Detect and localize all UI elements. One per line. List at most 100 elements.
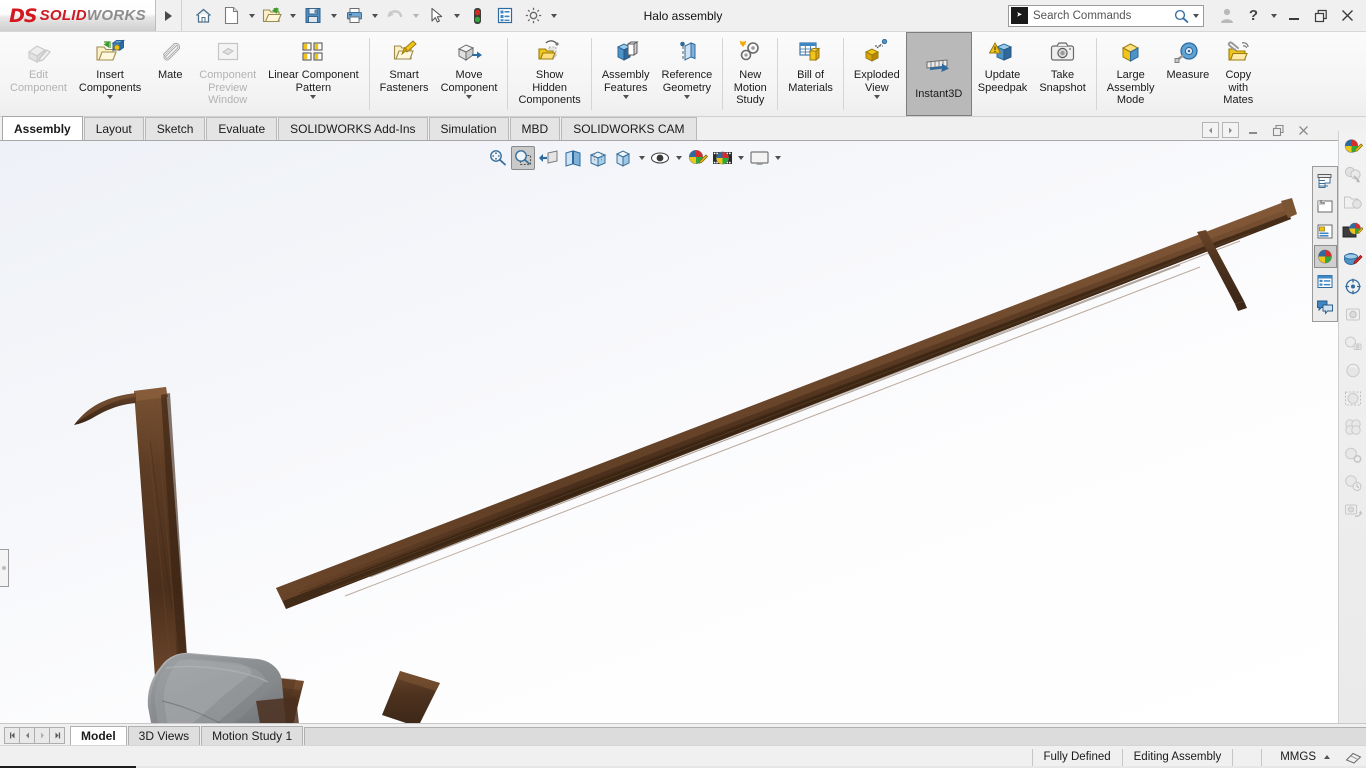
assembly-features-dropdown[interactable] [622, 95, 629, 99]
ribbon-button-smart-fasteners[interactable]: Smart Fasteners [374, 32, 435, 116]
file-properties-icon[interactable] [492, 3, 518, 29]
ribbon-button-update-speedpak[interactable]: Update Speedpak [972, 32, 1034, 116]
solidworks-forum-icon[interactable] [1341, 303, 1365, 326]
search-dropdown[interactable] [1190, 3, 1201, 29]
exploded-view-dropdown[interactable] [873, 95, 880, 99]
minimize-button[interactable] [1281, 3, 1306, 29]
sketch-overlay-icon[interactable] [1340, 750, 1366, 765]
insert-components-dropdown[interactable] [107, 95, 114, 99]
solidworks-logo[interactable]: DS SOLIDWORKS [0, 0, 156, 31]
featuremanager-design-tree-tab[interactable] [1314, 170, 1337, 193]
user-account-icon[interactable] [1214, 3, 1239, 29]
appearances-scenes-decals-icon[interactable] [1341, 135, 1365, 158]
tab-sketch[interactable]: Sketch [144, 117, 206, 140]
custom-properties-icon[interactable] [1341, 275, 1365, 298]
last-sheet-button[interactable] [49, 727, 65, 744]
appearances-edit-icon[interactable] [1341, 247, 1365, 270]
final-render-icon[interactable] [1341, 499, 1365, 522]
close-button[interactable] [1335, 3, 1360, 29]
undo-dropdown[interactable] [410, 3, 421, 29]
linear-component-pattern-dropdown[interactable] [310, 95, 317, 99]
save-icon[interactable] [300, 3, 326, 29]
ribbon-button-reference-geometry[interactable]: Reference Geometry [656, 32, 719, 116]
search-commands-box[interactable]: ➤ Search Commands [1008, 3, 1204, 29]
menu-expand-button[interactable] [156, 0, 182, 31]
save-dropdown[interactable] [328, 3, 339, 29]
ribbon-button-new-motion-study[interactable]: New Motion Study [727, 32, 773, 116]
new-document-icon[interactable] [218, 3, 244, 29]
model-viewport[interactable]: Y x [0, 141, 1338, 723]
tab-mbd[interactable]: MBD [509, 117, 561, 140]
new-document-dropdown[interactable] [246, 3, 257, 29]
select-cursor-icon[interactable] [423, 3, 449, 29]
file-explorer-icon[interactable] [1341, 191, 1365, 214]
view-palette-icon[interactable] [1341, 219, 1365, 242]
render-tools-icon[interactable] [1341, 331, 1365, 354]
open-document-dropdown[interactable] [287, 3, 298, 29]
ribbon-button-instant3d[interactable]: Instant3D [905, 32, 972, 116]
render-history-icon[interactable] [1341, 471, 1365, 494]
pane-prev-button[interactable] [1202, 122, 1219, 138]
cam-feature-tree-tab[interactable] [1314, 270, 1337, 293]
next-sheet-button[interactable] [34, 727, 50, 744]
ribbon-button-large-assembly-mode[interactable]: Large Assembly Mode [1101, 32, 1161, 116]
select-dropdown[interactable] [451, 3, 462, 29]
design-library-icon[interactable] [1341, 163, 1365, 186]
tab-motion-study-1[interactable]: Motion Study 1 [201, 726, 304, 745]
tab-assembly[interactable]: Assembly [2, 116, 83, 140]
help-dropdown[interactable] [1268, 3, 1279, 29]
configuration-manager-tab[interactable] [1314, 220, 1337, 243]
doc-close-button[interactable] [1292, 121, 1314, 139]
tab-3d-views[interactable]: 3D Views [127, 726, 201, 745]
tab-layout[interactable]: Layout [83, 117, 144, 140]
help-button[interactable]: ? [1241, 3, 1266, 29]
ribbon-button-show-hidden-components[interactable]: Show Hidden Components [512, 32, 586, 116]
graphics-area[interactable]: Y x [0, 141, 1338, 723]
open-document-icon[interactable] [259, 3, 285, 29]
tab-evaluate[interactable]: Evaluate [206, 117, 278, 140]
reference-geometry-dropdown[interactable] [683, 95, 690, 99]
tab-solidworks-add-ins[interactable]: SOLIDWORKS Add-Ins [278, 117, 428, 140]
print-icon[interactable] [341, 3, 367, 29]
ribbon-button-linear-component-pattern[interactable]: Linear Component Pattern [262, 32, 365, 116]
tab-model[interactable]: Model [70, 726, 127, 745]
doc-restore-button[interactable] [1267, 121, 1289, 139]
rebuild-icon[interactable] [464, 3, 490, 29]
render-options-icon[interactable] [1341, 443, 1365, 466]
undo-icon[interactable] [382, 3, 408, 29]
pane-next-button[interactable] [1222, 122, 1239, 138]
ribbon-button-take-snapshot[interactable]: Take Snapshot [1033, 32, 1091, 116]
ribbon-button-edit-component[interactable]: Edit Component [4, 32, 73, 116]
ribbon-button-copy-with-mates[interactable]: Copy with Mates [1215, 32, 1261, 116]
ribbon-button-bill-of-materials[interactable]: Bill of Materials [782, 32, 839, 116]
ribbon-button-assembly-features[interactable]: Assembly Features [596, 32, 656, 116]
scheduled-renders-icon[interactable] [1341, 415, 1365, 438]
tab-label: Layout [95, 122, 132, 136]
render-region-icon[interactable] [1341, 387, 1365, 410]
search-input[interactable]: Search Commands [1033, 10, 1173, 22]
tab-simulation[interactable]: Simulation [428, 117, 509, 140]
ribbon-button-exploded-view[interactable]: Exploded View [848, 32, 906, 116]
preview-render-icon[interactable] [1341, 359, 1365, 382]
display-manager-tab[interactable] [1313, 245, 1337, 268]
chevron-right-icon [165, 10, 172, 21]
ribbon-button-move-component[interactable]: Move Component [435, 32, 504, 116]
property-manager-tab[interactable] [1314, 195, 1337, 218]
doc-minimize-button[interactable] [1242, 121, 1264, 139]
options-dropdown[interactable] [548, 3, 559, 29]
first-sheet-button[interactable] [4, 727, 20, 744]
ribbon-button-measure[interactable]: Measure [1160, 32, 1215, 116]
options-gear-icon[interactable] [520, 3, 546, 29]
search-magnifier-icon[interactable] [1173, 8, 1190, 24]
ribbon-button-mate[interactable]: Mate [147, 32, 193, 116]
move-component-dropdown[interactable] [466, 95, 472, 99]
units-selector[interactable]: MMGS [1262, 751, 1340, 763]
prev-sheet-button[interactable] [19, 727, 35, 744]
ribbon-button-insert-components[interactable]: Insert Components [73, 32, 147, 116]
tab-solidworks-cam[interactable]: SOLIDWORKS CAM [561, 117, 697, 140]
print-dropdown[interactable] [369, 3, 380, 29]
ribbon-button-component-preview-window[interactable]: Component Preview Window [193, 32, 262, 116]
restore-window-icon[interactable] [1308, 3, 1333, 29]
home-icon[interactable] [190, 3, 216, 29]
cam-operation-tree-tab[interactable] [1314, 295, 1337, 318]
